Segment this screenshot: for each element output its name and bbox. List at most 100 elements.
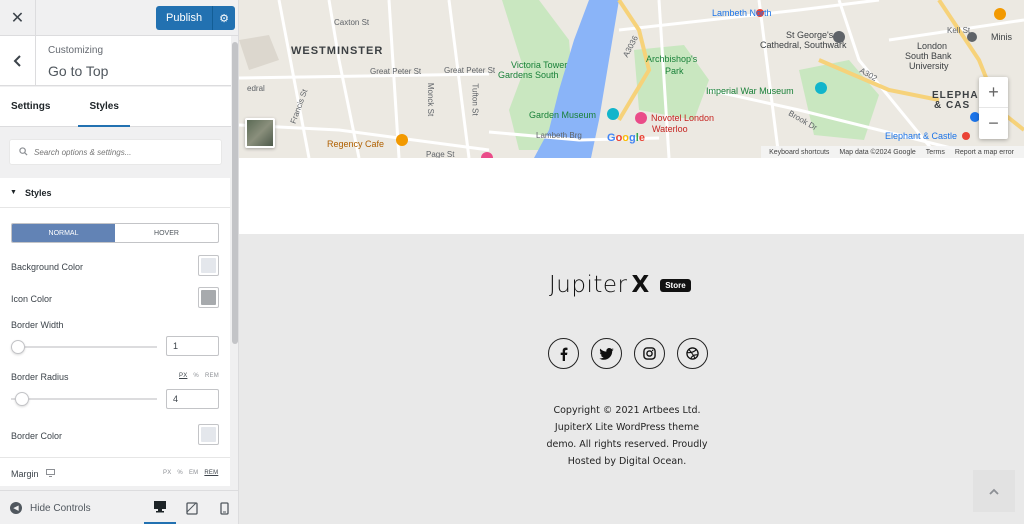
background-color-picker[interactable] <box>198 255 219 276</box>
unit-percent[interactable]: % <box>193 373 199 379</box>
search-box[interactable] <box>9 139 222 165</box>
state-hover-button[interactable]: HOVER <box>115 224 218 242</box>
customizer-sidebar: ✕ Publish ⚙ Customizing Go to Top Settin… <box>0 0 239 524</box>
map-label: Caxton St <box>334 18 370 27</box>
tab-styles[interactable]: Styles <box>78 87 130 127</box>
scrollbar-thumb[interactable] <box>232 42 238 344</box>
report-error-link[interactable]: Report a map error <box>955 149 1014 156</box>
map-label: University <box>909 61 949 71</box>
chevron-up-icon <box>989 488 999 495</box>
zoom-in-button[interactable]: + <box>979 77 1008 108</box>
map-label: Lambeth North <box>712 8 772 18</box>
desktop-icon <box>154 501 166 513</box>
map-label: Park <box>665 66 684 76</box>
site-footer: Jupiter X Store Copyright © 2021 Artbees… <box>239 234 1024 524</box>
map-label: Waterloo <box>652 124 688 134</box>
map-type-toggle[interactable] <box>245 118 275 148</box>
margin-label: Margin <box>11 469 56 479</box>
map-label: edral <box>247 84 265 93</box>
keyboard-shortcuts-link[interactable]: Keyboard shortcuts <box>769 149 829 156</box>
site-preview: WESTMINSTER Caxton St Great Peter St Gre… <box>239 0 1024 524</box>
device-mobile-button[interactable] <box>208 491 238 524</box>
border-color-picker[interactable] <box>198 424 219 445</box>
go-to-top-button[interactable] <box>973 470 1015 512</box>
gear-icon: ⚙ <box>219 12 230 25</box>
brand-name: Jupiter <box>549 272 628 298</box>
close-icon: ✕ <box>10 10 25 27</box>
publish-group: Publish ⚙ <box>156 6 236 30</box>
divider <box>0 457 230 458</box>
border-width-input[interactable]: 1 <box>166 336 219 356</box>
page-title: Go to Top <box>48 63 109 79</box>
border-radius-units: PX % REM <box>179 373 219 379</box>
close-customizer-button[interactable]: ✕ <box>0 0 36 36</box>
map-label: South Bank <box>905 51 952 61</box>
back-button[interactable] <box>0 36 36 86</box>
panel-tabs: Settings Styles <box>0 87 238 127</box>
search-input[interactable] <box>34 147 204 157</box>
slider-handle[interactable] <box>15 392 29 406</box>
terms-link[interactable]: Terms <box>926 149 945 156</box>
copyright-line: demo. All rights reserved. Proudly <box>546 439 708 450</box>
twitter-icon <box>599 347 614 360</box>
map-label: Monck St <box>426 82 436 117</box>
hide-controls-label: Hide Controls <box>30 502 91 514</box>
store-badge: Store <box>660 278 691 292</box>
facebook-icon <box>560 347 567 361</box>
device-desktop-button[interactable] <box>144 491 176 524</box>
map-label: WESTMINSTER <box>291 45 384 57</box>
facebook-link[interactable] <box>548 338 579 369</box>
map-data-text: Map data ©2024 Google <box>839 148 916 156</box>
instagram-link[interactable] <box>634 338 665 369</box>
border-width-slider[interactable] <box>11 340 157 354</box>
customizer-window: ✕ Publish ⚙ Customizing Go to Top Settin… <box>0 0 1024 524</box>
map-label: Elephant & Castle <box>885 131 958 141</box>
border-radius-slider[interactable] <box>11 392 157 406</box>
brand-logo[interactable]: Jupiter X Store <box>549 272 691 298</box>
border-radius-input[interactable]: 4 <box>166 389 219 409</box>
icon-color-picker[interactable] <box>198 287 219 308</box>
collapse-icon: ◀ <box>10 502 22 514</box>
caret-down-icon: ▼ <box>10 189 17 196</box>
state-normal-button[interactable]: NORMAL <box>12 224 115 242</box>
styles-section-toggle[interactable]: ▼ Styles <box>0 178 230 208</box>
customizer-footer: ◀ Hide Controls <box>0 490 238 524</box>
sidebar-scrollbar[interactable] <box>231 36 238 486</box>
map-label: Lambeth Brg <box>536 131 582 140</box>
twitter-link[interactable] <box>591 338 622 369</box>
desktop-small-icon[interactable] <box>46 469 56 479</box>
unit-px[interactable]: PX <box>163 470 171 476</box>
dribbble-link[interactable] <box>677 338 708 369</box>
map-label: St George's <box>786 30 834 40</box>
social-links <box>548 338 708 369</box>
map-label: Gardens South <box>498 70 559 80</box>
unit-percent[interactable]: % <box>177 470 183 476</box>
state-toggle: NORMAL HOVER <box>11 223 219 243</box>
google-map[interactable]: WESTMINSTER Caxton St Great Peter St Gre… <box>239 0 1024 158</box>
border-radius-label: Border Radius <box>11 372 69 382</box>
map-label: Kell St <box>947 26 971 35</box>
device-tablet-button[interactable] <box>176 491 208 524</box>
map-label: Cathedral, Southwark <box>760 40 847 50</box>
chevron-left-icon <box>13 55 21 67</box>
map-label: Archbishop's <box>646 54 698 64</box>
publish-button[interactable]: Publish <box>156 6 213 30</box>
brand-x: X <box>631 272 650 298</box>
copyright-line: JupiterX Lite WordPress theme <box>554 422 700 433</box>
unit-px[interactable]: PX <box>179 373 187 379</box>
tab-settings[interactable]: Settings <box>0 87 61 127</box>
publish-settings-button[interactable]: ⚙ <box>212 6 236 30</box>
map-label: Minis <box>991 32 1013 42</box>
search-icon <box>19 146 28 158</box>
breadcrumb: Customizing <box>48 45 104 56</box>
tablet-icon <box>186 501 198 515</box>
zoom-out-button[interactable]: − <box>979 108 1008 139</box>
unit-em[interactable]: EM <box>189 470 198 476</box>
background-color-label: Background Color <box>11 262 84 272</box>
map-label: London <box>917 41 948 51</box>
unit-rem[interactable]: REM <box>204 470 218 476</box>
unit-rem[interactable]: REM <box>205 373 219 379</box>
instagram-icon <box>643 347 656 360</box>
hide-controls-button[interactable]: ◀ Hide Controls <box>10 491 91 524</box>
slider-handle[interactable] <box>11 340 25 354</box>
